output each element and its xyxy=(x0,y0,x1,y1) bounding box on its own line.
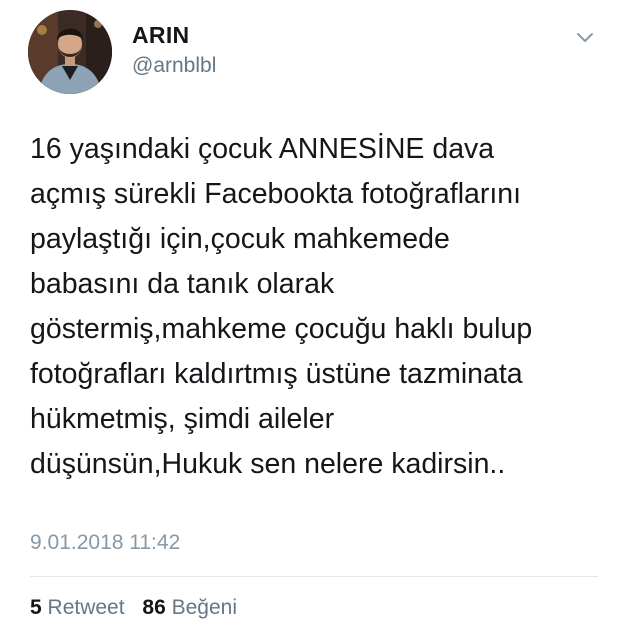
tweet-text-line: babasını da tanık olarak xyxy=(30,268,335,300)
tweet-text-line: açmış sürekli Facebookta fotoğraflarını xyxy=(30,178,522,210)
engagement-stats: 5 Retweet 86 Beğeni xyxy=(30,596,237,620)
like-stat[interactable]: 86 Beğeni xyxy=(142,596,237,620)
divider xyxy=(30,576,598,577)
tweet-text-line: hükmetmiş, şimdi aileler xyxy=(30,403,335,435)
tweet-text-line: 16 yaşındaki çocuk ANNESİNE dava xyxy=(30,133,495,165)
author-handle[interactable]: @arnblbl xyxy=(132,54,216,78)
tweet-card: ARIN @arnblbl 16 yaşındaki çocuk ANNESİN… xyxy=(0,0,620,628)
tweet-timestamp[interactable]: 9.01.2018 11:42 xyxy=(30,531,180,555)
avatar-photo xyxy=(28,10,112,94)
author-name[interactable]: ARIN xyxy=(132,22,189,49)
chevron-down-icon[interactable] xyxy=(574,26,596,48)
retweet-stat[interactable]: 5 Retweet xyxy=(30,596,125,620)
retweet-count: 5 xyxy=(30,596,42,619)
like-count: 86 xyxy=(142,596,166,619)
avatar[interactable] xyxy=(28,10,112,94)
retweet-label: Retweet xyxy=(47,596,125,619)
tweet-text: 16 yaşındaki çocuk ANNESİNE dava açmış s… xyxy=(30,127,605,487)
tweet-text-line: fotoğrafları kaldırtmış üstüne tazminata xyxy=(30,358,523,390)
tweet-text-line: paylaştığı için,çocuk mahkemede xyxy=(30,223,450,255)
like-label: Beğeni xyxy=(171,596,238,619)
tweet-text-line: düşünsün,Hukuk sen nelere kadirsin.. xyxy=(30,448,506,480)
tweet-text-line: göstermiş,mahkeme çocuğu haklı bulup xyxy=(30,313,533,345)
